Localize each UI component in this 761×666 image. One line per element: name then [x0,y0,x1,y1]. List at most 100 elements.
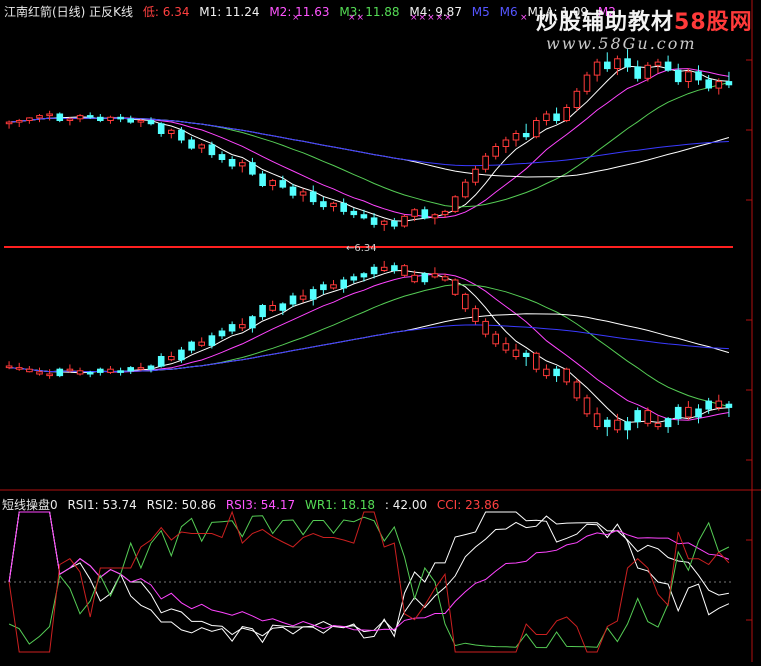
cross-mark: × [520,13,529,23]
candle-body [411,274,418,283]
candle-body [56,368,64,377]
watermark-url: www.58Gu.com [546,34,697,53]
candle-body [76,115,84,120]
value-42: : 42.00 [384,498,428,512]
candle-body [320,201,327,208]
candle-body [198,341,205,346]
candle-body [401,265,408,276]
up-candle [401,214,408,228]
candle-body [249,316,256,329]
up-candle [472,305,479,325]
candle-body [5,365,13,369]
kline-chart[interactable] [0,0,761,662]
price-header: 江南红箭(日线) 正反K线 低: 6.34 M1: 11.24 M2: 11.6… [4,3,622,20]
candle-body [462,181,469,198]
candle-body [269,180,276,187]
candle-body [86,371,94,375]
candle-body [593,413,601,427]
candle-body [5,121,13,125]
candle-body [512,349,520,358]
candle-body [472,168,479,183]
candle-body [654,422,662,428]
candle-body [715,400,723,409]
low-label: 低: 6.34 [142,5,190,19]
up-candle [533,351,540,373]
candle-body [462,293,469,310]
candle-body [218,154,226,161]
indicator-header: 短线操盘0 RSI1: 53.74 RSI2: 50.86 RSI3: 54.1… [2,496,505,513]
candle-body [127,118,135,123]
candle-body [86,115,94,118]
candle-body [188,139,195,149]
candle-body [279,180,287,188]
candle-body [107,368,114,373]
candle-body [502,139,510,147]
candle-body [330,202,337,208]
candle-body [543,113,550,121]
cross-mark: ×× [348,13,366,23]
candle-body [715,81,723,89]
cross-mark: ××××× [410,13,453,23]
candle-body [36,371,43,375]
candle-body [502,343,510,351]
watermark-brand: 58股网 [674,10,753,35]
candle-body [370,266,378,275]
candle-body [391,220,398,227]
up-candle [644,407,652,427]
candle-body [573,381,581,399]
candle-body [97,368,104,373]
candle-body [604,61,611,70]
up-candle [401,264,408,277]
chart-window[interactable]: 江南红箭(日线) 正反K线 低: 6.34 M1: 11.24 M2: 11.6… [0,0,761,662]
cci-value: CCI: 23.86 [436,498,500,512]
candle-body [127,367,135,372]
candle-body [553,113,560,121]
candle-body [157,356,165,367]
candle-body [380,266,388,271]
candle-body [431,273,439,278]
candle-body [15,120,23,123]
candle-body [614,58,621,69]
candle-body [685,71,692,83]
candle-body [289,186,297,196]
down-candle [56,112,64,123]
candle-body [725,403,733,408]
rsi1-value: RSI1: 53.74 [67,498,137,512]
candle-body [330,284,337,289]
candle-body [624,58,631,68]
candle-body [705,79,713,89]
up-candle [583,71,591,95]
candle-body [157,123,165,135]
candle-body [593,61,601,76]
candle-body [370,217,378,225]
candle-body [492,333,499,345]
candle-body [391,265,398,272]
candle-body [664,418,672,428]
candle-body [411,209,418,217]
candle-body [117,370,124,373]
candle-body [15,367,23,370]
up-candle [462,292,469,312]
candle-body [421,209,429,219]
candle-body [522,352,530,357]
candle-body [583,74,591,92]
up-candle [482,152,489,173]
candle-body [533,120,540,138]
indicator-name: 短线操盘0 [2,498,58,512]
up-candle [573,378,581,402]
candle-body [421,273,429,283]
candle-body [269,305,276,311]
candle-body [208,144,216,156]
candle-body [137,120,145,123]
watermark-title: 炒股辅助教材58股网 [536,10,753,35]
up-candle [533,117,540,139]
candle-body [46,373,53,377]
candle-body [279,303,287,311]
candle-body [553,368,560,377]
up-candle [482,318,489,338]
candle-body [482,320,489,335]
candle-body [178,129,185,141]
candle-body [350,276,358,281]
ma5-value: M5 [471,5,490,19]
up-candle [472,165,479,186]
